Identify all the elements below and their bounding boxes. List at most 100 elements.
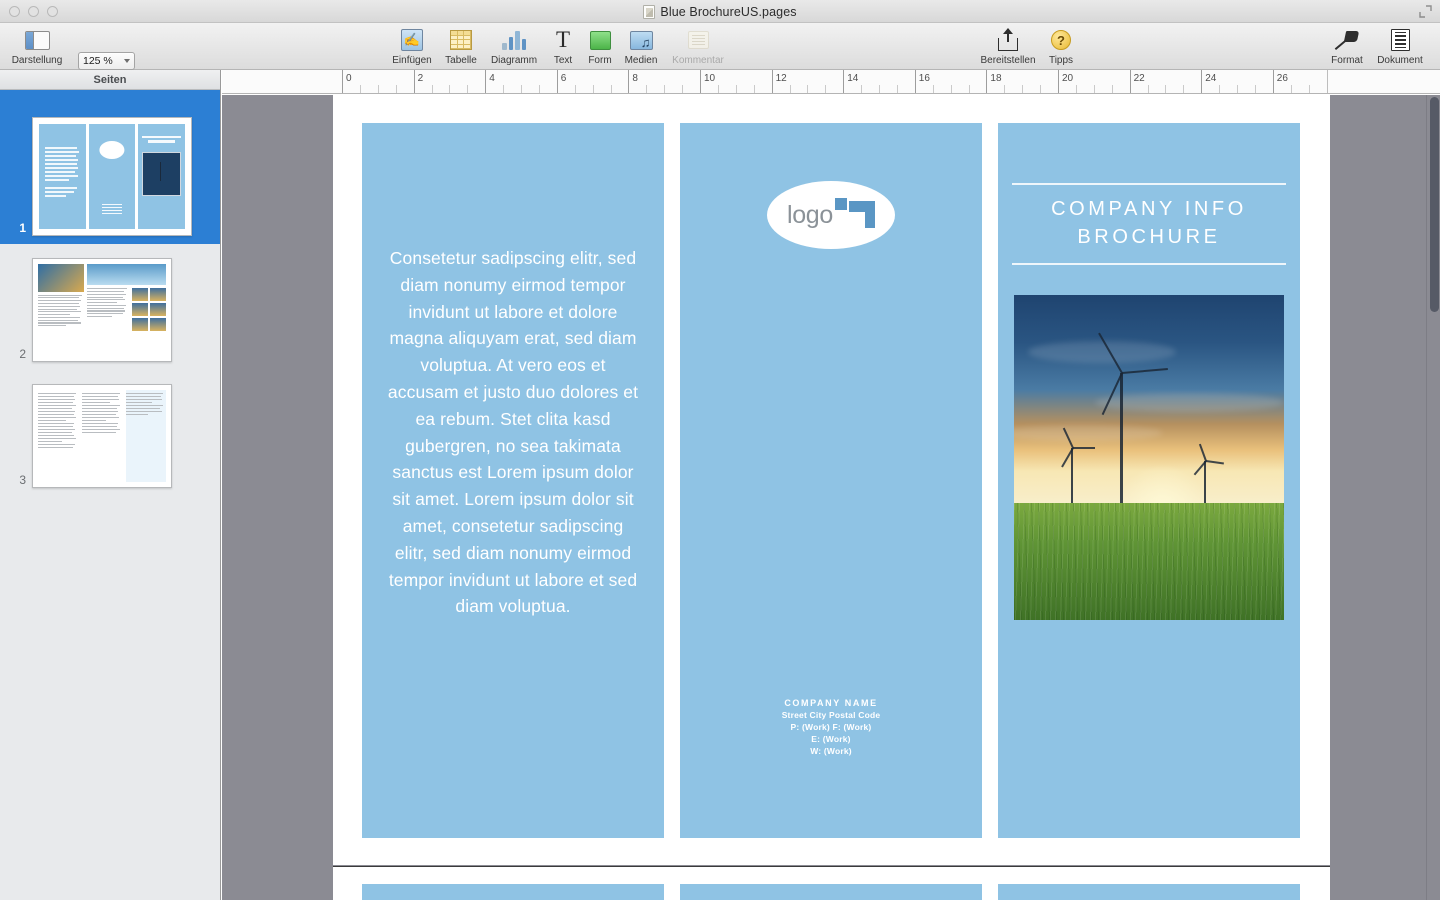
- document-page-2[interactable]: [333, 866, 1330, 900]
- chart-button-label: Diagramm: [491, 55, 537, 66]
- page-number-3: 3: [0, 473, 32, 488]
- page-thumbnail-image-1: [32, 117, 192, 236]
- view-button[interactable]: Darstellung: [6, 27, 68, 66]
- ruler-label: 16: [919, 73, 930, 84]
- tips-button[interactable]: ? Tipps: [1030, 27, 1092, 66]
- ruler-tick-minor: [593, 85, 594, 94]
- ruler-tick-major: [986, 70, 987, 94]
- ruler-tick-major: [1130, 70, 1131, 94]
- ruler-label: 10: [704, 73, 715, 84]
- ruler-tick-minor: [1076, 85, 1077, 94]
- document-button-label: Dokument: [1377, 55, 1423, 66]
- ruler-tick-minor: [1040, 85, 1041, 94]
- sidebar-page-thumbnail-3[interactable]: 3: [0, 370, 220, 496]
- window-title: Blue BrochureUS.pages: [660, 5, 796, 19]
- ruler-tick-minor: [825, 85, 826, 94]
- ruler-label: 0: [346, 73, 352, 84]
- ruler-tick-minor: [396, 85, 397, 94]
- document-page-1[interactable]: Consetetur sadipscing elitr, sed diam no…: [333, 95, 1330, 865]
- page-number-2: 2: [0, 347, 32, 362]
- ruler-tick-major: [1273, 70, 1274, 94]
- window-title-group: Blue BrochureUS.pages: [0, 0, 1440, 23]
- ruler-label: 2: [418, 73, 424, 84]
- expand-icon[interactable]: [1419, 5, 1432, 18]
- brochure-panel-p2-2[interactable]: [680, 884, 982, 900]
- company-address: Street City Postal Code: [680, 710, 982, 720]
- media-button-label: Medien: [625, 55, 658, 66]
- ruler-tick-minor: [682, 85, 683, 94]
- ruler-tick-minor: [754, 85, 755, 94]
- company-email: E: (Work): [680, 734, 982, 744]
- ruler-label: 26: [1277, 73, 1288, 84]
- comment-icon: [688, 27, 709, 53]
- ruler-tick-major: [843, 70, 844, 94]
- sidebar-page-thumbnail-1[interactable]: 1: [0, 90, 220, 244]
- wind-turbines-sunset-photo[interactable]: [1014, 295, 1284, 620]
- sidebar-page-thumbnail-2[interactable]: 2: [0, 244, 220, 370]
- logo-placeholder[interactable]: logo: [767, 181, 895, 249]
- zoom-select[interactable]: 125 %: [78, 52, 135, 70]
- brochure-panel-body[interactable]: Consetetur sadipscing elitr, sed diam no…: [362, 123, 664, 838]
- ruler-tick-minor: [1183, 85, 1184, 94]
- comment-button: Kommentar: [667, 27, 729, 66]
- media-button[interactable]: Medien: [610, 27, 672, 66]
- ruler-label: 4: [489, 73, 495, 84]
- document-button[interactable]: Dokument: [1369, 27, 1431, 66]
- ruler-tick-minor: [1004, 85, 1005, 94]
- ruler-tick-minor: [1219, 85, 1220, 94]
- table-button-label: Tabelle: [445, 55, 477, 66]
- brochure-panels: Consetetur sadipscing elitr, sed diam no…: [362, 123, 1300, 838]
- ruler-tick-minor: [467, 85, 468, 94]
- brochure-panel-front[interactable]: COMPANY INFO BROCHURE: [998, 123, 1300, 838]
- blue-square-logo-mark-icon: [835, 198, 875, 232]
- shape-icon: [590, 27, 611, 53]
- ruler-tick-minor: [1112, 85, 1113, 94]
- ruler-label: 14: [847, 73, 858, 84]
- ruler-tick-major: [1201, 70, 1202, 94]
- logo-text: logo: [787, 201, 833, 230]
- brochure-title-line2: BROCHURE: [1012, 223, 1286, 251]
- contact-block[interactable]: COMPANY NAME Street City Postal Code P: …: [680, 698, 982, 756]
- ruler-tick-minor: [539, 85, 540, 94]
- ruler-end-cap: [1327, 70, 1440, 94]
- ruler-label: 8: [632, 73, 638, 84]
- ruler-tick-minor: [503, 85, 504, 94]
- ruler-tick-major: [557, 70, 558, 94]
- chevron-down-icon: [124, 59, 130, 63]
- sidebar-header-label: Seiten: [93, 74, 126, 86]
- ruler-tick-major: [342, 70, 343, 94]
- page-thumbnail-image-2: [32, 258, 172, 362]
- ruler-label: 18: [990, 73, 1001, 84]
- ruler-tick-major: [700, 70, 701, 94]
- view-layout-icon: [25, 27, 50, 53]
- ruler-label: 12: [776, 73, 787, 84]
- insert-button-label: Einfügen: [392, 55, 431, 66]
- format-button-label: Format: [1331, 55, 1363, 66]
- ruler-tick-major: [772, 70, 773, 94]
- body-text[interactable]: Consetetur sadipscing elitr, sed diam no…: [384, 245, 642, 620]
- pages-document-icon: [643, 5, 655, 19]
- brochure-title-line1: COMPANY INFO: [1012, 195, 1286, 223]
- share-icon: [998, 27, 1018, 53]
- shape-button-label: Form: [588, 55, 611, 66]
- ruler-tick-minor: [360, 85, 361, 94]
- ruler-tick-minor: [933, 85, 934, 94]
- brochure-panel-p2-3[interactable]: [998, 884, 1300, 900]
- ruler-tick-minor: [1255, 85, 1256, 94]
- brochure-panels-page2: [362, 884, 1300, 900]
- brochure-title[interactable]: COMPANY INFO BROCHURE: [1012, 183, 1286, 265]
- brochure-panel-cover[interactable]: logo COMPANY NAME Street City Postal Cod…: [680, 123, 982, 838]
- chart-icon: [502, 27, 526, 53]
- ruler-tick-minor: [432, 85, 433, 94]
- ruler-label: 6: [561, 73, 567, 84]
- document-icon: [1391, 27, 1410, 53]
- brochure-panel-p2-1[interactable]: [362, 884, 664, 900]
- vertical-scrollbar[interactable]: [1426, 95, 1440, 900]
- scrollbar-thumb[interactable]: [1430, 97, 1439, 312]
- ruler-tick-minor: [736, 85, 737, 94]
- ruler-tick-minor: [879, 85, 880, 94]
- ruler-tick-minor: [449, 85, 450, 94]
- document-canvas[interactable]: Consetetur sadipscing elitr, sed diam no…: [222, 95, 1433, 900]
- company-phone-fax: P: (Work) F: (Work): [680, 722, 982, 732]
- horizontal-ruler[interactable]: 02468101214161820222426: [222, 70, 1440, 94]
